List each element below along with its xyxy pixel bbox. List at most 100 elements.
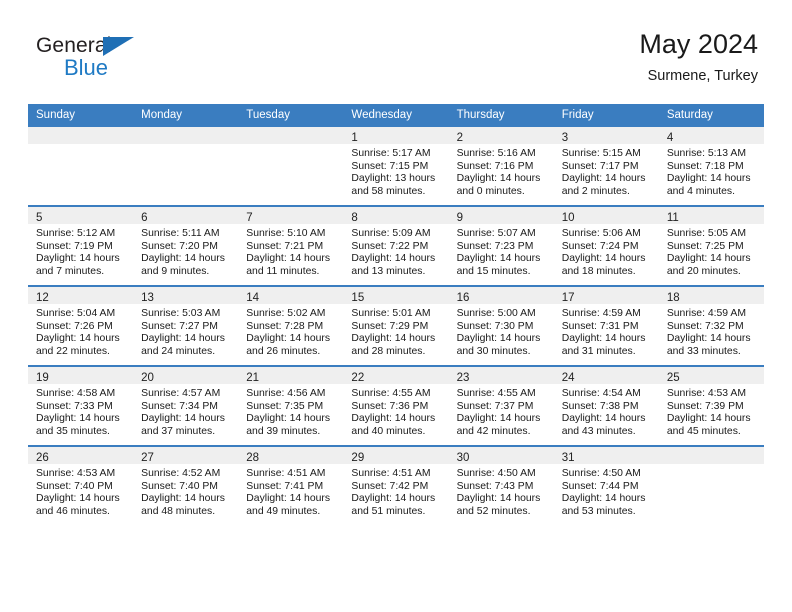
day-number-band: 13 bbox=[133, 287, 239, 304]
calendar-day-cell[interactable]: 5 Sunrise: 5:12 AM Sunset: 7:19 PM Daylight… bbox=[28, 205, 134, 286]
calendar-day-cell[interactable]: 27 Sunrise: 4:52 AM Sunset: 7:40 PM Dayligh… bbox=[133, 445, 239, 525]
sunrise-time: Sunrise: 5:06 AM bbox=[561, 228, 641, 239]
day-details: Sunrise: 4:54 AM Sunset: 7:38 PM Daylight:… bbox=[554, 384, 659, 438]
daylight-duration-line1: Daylight: 14 hours bbox=[456, 493, 541, 505]
calendar-day-cell[interactable]: 15 Sunrise: 5:01 AM Sunset: 7:29 PM Dayligh… bbox=[343, 285, 449, 366]
daylight-duration-line2: and 26 minutes. bbox=[246, 345, 321, 357]
day-number: 27 bbox=[141, 452, 154, 464]
daylight-duration-line2: and 9 minutes. bbox=[141, 265, 210, 277]
calendar-header-row: Sunday Monday Tuesday Wednesday Thursday… bbox=[28, 104, 764, 127]
day-details: Sunrise: 4:51 AM Sunset: 7:42 PM Daylight:… bbox=[343, 464, 448, 518]
calendar-day-cell[interactable]: 31 Sunrise: 4:50 AM Sunset: 7:44 PM Dayligh… bbox=[553, 445, 659, 525]
calendar-day-cell[interactable]: 25 Sunrise: 4:53 AM Sunset: 7:39 PM Dayligh… bbox=[658, 365, 764, 446]
daylight-duration-line1: Daylight: 14 hours bbox=[246, 253, 331, 265]
sunrise-time: Sunrise: 5:02 AM bbox=[246, 308, 326, 319]
day-number: 31 bbox=[561, 452, 575, 464]
sunrise-time: Sunrise: 4:58 AM bbox=[36, 388, 116, 399]
daylight-duration-line2: and 4 minutes. bbox=[666, 185, 736, 197]
calendar-day-cell[interactable]: 23 Sunrise: 4:55 AM Sunset: 7:37 PM Dayligh… bbox=[448, 365, 554, 446]
calendar-day-cell[interactable]: 30 Sunrise: 4:50 AM Sunset: 7:43 PM Dayligh… bbox=[448, 445, 554, 525]
sunrise-time: Sunrise: 5:11 AM bbox=[141, 228, 220, 239]
sunrise-time: Sunrise: 5:07 AM bbox=[456, 228, 536, 239]
calendar-day-cell[interactable]: 6 Sunrise: 5:11 AM Sunset: 7:20 PM Daylight… bbox=[133, 205, 239, 286]
day-number-band: 5 bbox=[28, 207, 134, 224]
calendar-day-cell[interactable]: 17 Sunrise: 4:59 AM Sunset: 7:31 PM Dayligh… bbox=[553, 285, 659, 366]
day-details: Sunrise: 5:17 AM Sunset: 7:15 PM Daylight:… bbox=[343, 144, 448, 198]
daylight-duration-line1: Daylight: 14 hours bbox=[141, 253, 225, 265]
sunrise-time: Sunrise: 4:55 AM bbox=[456, 388, 536, 399]
calendar-day-cell[interactable]: 11 Sunrise: 5:05 AM Sunset: 7:25 PM Dayligh… bbox=[658, 205, 764, 286]
daylight-duration-line2: and 43 minutes. bbox=[561, 425, 636, 437]
daylight-duration-line2: and 42 minutes. bbox=[456, 425, 531, 437]
calendar-day-cell[interactable]: 28 Sunrise: 4:51 AM Sunset: 7:41 PM Dayligh… bbox=[238, 445, 344, 525]
calendar-day-cell[interactable]: 7 Sunrise: 5:10 AM Sunset: 7:21 PM Daylight… bbox=[238, 205, 344, 286]
calendar-day-cell[interactable]: 19 Sunrise: 4:58 AM Sunset: 7:33 PM Dayligh… bbox=[28, 365, 134, 446]
page-subtitle: Surmene, Turkey bbox=[647, 68, 758, 84]
day-number-band: 6 bbox=[133, 207, 239, 224]
calendar-day-cell[interactable]: 8 Sunrise: 5:09 AM Sunset: 7:22 PM Daylight… bbox=[343, 205, 449, 286]
day-number-band: 23 bbox=[448, 367, 554, 384]
calendar-day-cell[interactable]: 2 Sunrise: 5:16 AM Sunset: 7:16 PM Daylight… bbox=[448, 127, 554, 206]
day-details: Sunrise: 5:07 AM Sunset: 7:23 PM Daylight:… bbox=[449, 224, 554, 278]
day-details: Sunrise: 4:55 AM Sunset: 7:37 PM Daylight:… bbox=[449, 384, 554, 438]
sunset-time: Sunset: 7:16 PM bbox=[456, 160, 534, 172]
day-details: Sunrise: 4:58 AM Sunset: 7:33 PM Daylight:… bbox=[28, 384, 133, 438]
daylight-duration-line2: and 45 minutes. bbox=[666, 425, 741, 437]
brand-logo[interactable]: General Blue bbox=[36, 34, 166, 90]
day-details: Sunrise: 5:04 AM Sunset: 7:26 PM Daylight:… bbox=[28, 304, 133, 358]
sunrise-time: Sunrise: 4:53 AM bbox=[36, 468, 116, 479]
calendar-day-cell[interactable]: 21 Sunrise: 4:56 AM Sunset: 7:35 PM Dayligh… bbox=[238, 365, 344, 446]
sunset-time: Sunset: 7:22 PM bbox=[351, 240, 429, 252]
sunrise-time: Sunrise: 5:15 AM bbox=[561, 148, 641, 159]
daylight-duration-line2: and 51 minutes. bbox=[351, 505, 426, 517]
daylight-duration-line2: and 11 minutes. bbox=[246, 265, 320, 277]
day-number-band bbox=[28, 127, 134, 144]
day-number-band: 30 bbox=[448, 447, 554, 464]
calendar-day-cell[interactable]: 16 Sunrise: 5:00 AM Sunset: 7:30 PM Dayligh… bbox=[448, 285, 554, 366]
calendar-day-cell[interactable]: 14 Sunrise: 5:02 AM Sunset: 7:28 PM Dayligh… bbox=[238, 285, 344, 366]
calendar-day-cell[interactable]: 12 Sunrise: 5:04 AM Sunset: 7:26 PM Dayligh… bbox=[28, 285, 134, 366]
day-number: 1 bbox=[351, 132, 358, 144]
calendar-day-cell[interactable]: 13 Sunrise: 5:03 AM Sunset: 7:27 PM Dayligh… bbox=[133, 285, 239, 366]
calendar-day-cell[interactable]: 29 Sunrise: 4:51 AM Sunset: 7:42 PM Dayligh… bbox=[343, 445, 449, 525]
sunset-time: Sunset: 7:18 PM bbox=[666, 160, 744, 172]
daylight-duration-line1: Daylight: 14 hours bbox=[246, 413, 331, 425]
day-details: Sunrise: 4:53 AM Sunset: 7:40 PM Daylight:… bbox=[28, 464, 133, 518]
calendar-day-cell[interactable]: 1 Sunrise: 5:17 AM Sunset: 7:15 PM Daylight… bbox=[343, 127, 449, 206]
calendar-day-cell[interactable]: 20 Sunrise: 4:57 AM Sunset: 7:34 PM Dayligh… bbox=[133, 365, 239, 446]
day-number-band: 20 bbox=[133, 367, 239, 384]
day-number-band: 24 bbox=[553, 367, 659, 384]
calendar-day-cell[interactable]: 18 Sunrise: 4:59 AM Sunset: 7:32 PM Dayligh… bbox=[658, 285, 764, 366]
day-number-band: 10 bbox=[553, 207, 659, 224]
calendar-day-cell[interactable]: 10 Sunrise: 5:06 AM Sunset: 7:24 PM Dayligh… bbox=[553, 205, 659, 286]
sunset-time: Sunset: 7:38 PM bbox=[561, 400, 639, 412]
day-number-band: 9 bbox=[448, 207, 554, 224]
daylight-duration-line1: Daylight: 14 hours bbox=[351, 493, 436, 505]
day-number: 2 bbox=[456, 132, 463, 144]
day-number: 20 bbox=[141, 372, 154, 384]
day-number: 17 bbox=[561, 292, 575, 304]
daylight-duration-line2: and 53 minutes. bbox=[561, 505, 636, 517]
calendar-day-cell[interactable]: 3 Sunrise: 5:15 AM Sunset: 7:17 PM Daylight… bbox=[553, 127, 659, 206]
daylight-duration-line1: Daylight: 14 hours bbox=[36, 253, 120, 265]
calendar-day-cell[interactable]: 9 Sunrise: 5:07 AM Sunset: 7:23 PM Daylight… bbox=[448, 205, 554, 286]
day-details: Sunrise: 5:10 AM Sunset: 7:21 PM Daylight:… bbox=[238, 224, 343, 278]
calendar-day-cell-empty bbox=[238, 127, 344, 206]
sunrise-time: Sunrise: 4:56 AM bbox=[246, 388, 326, 399]
calendar-day-cell[interactable]: 24 Sunrise: 4:54 AM Sunset: 7:38 PM Dayligh… bbox=[553, 365, 659, 446]
day-details: Sunrise: 5:13 AM Sunset: 7:18 PM Daylight:… bbox=[659, 144, 764, 198]
day-number: 23 bbox=[456, 372, 470, 384]
day-number: 4 bbox=[666, 132, 674, 144]
calendar-day-cell[interactable]: 26 Sunrise: 4:53 AM Sunset: 7:40 PM Dayligh… bbox=[28, 445, 134, 525]
calendar-day-cell[interactable]: 4 Sunrise: 5:13 AM Sunset: 7:18 PM Daylight… bbox=[658, 127, 764, 206]
day-details: Sunrise: 5:16 AM Sunset: 7:16 PM Daylight:… bbox=[449, 144, 554, 198]
day-number: 3 bbox=[561, 132, 569, 144]
calendar-body: 1 Sunrise: 5:17 AM Sunset: 7:15 PM Daylight… bbox=[28, 127, 764, 525]
day-details: Sunrise: 4:50 AM Sunset: 7:44 PM Daylight:… bbox=[554, 464, 659, 518]
day-number-band: 19 bbox=[28, 367, 134, 384]
daylight-duration-line2: and 15 minutes. bbox=[456, 265, 531, 277]
daylight-duration-line1: Daylight: 14 hours bbox=[36, 493, 120, 505]
day-number: 19 bbox=[36, 372, 49, 384]
calendar-day-cell[interactable]: 22 Sunrise: 4:55 AM Sunset: 7:36 PM Dayligh… bbox=[343, 365, 449, 446]
daylight-duration-line1: Daylight: 14 hours bbox=[666, 173, 751, 185]
